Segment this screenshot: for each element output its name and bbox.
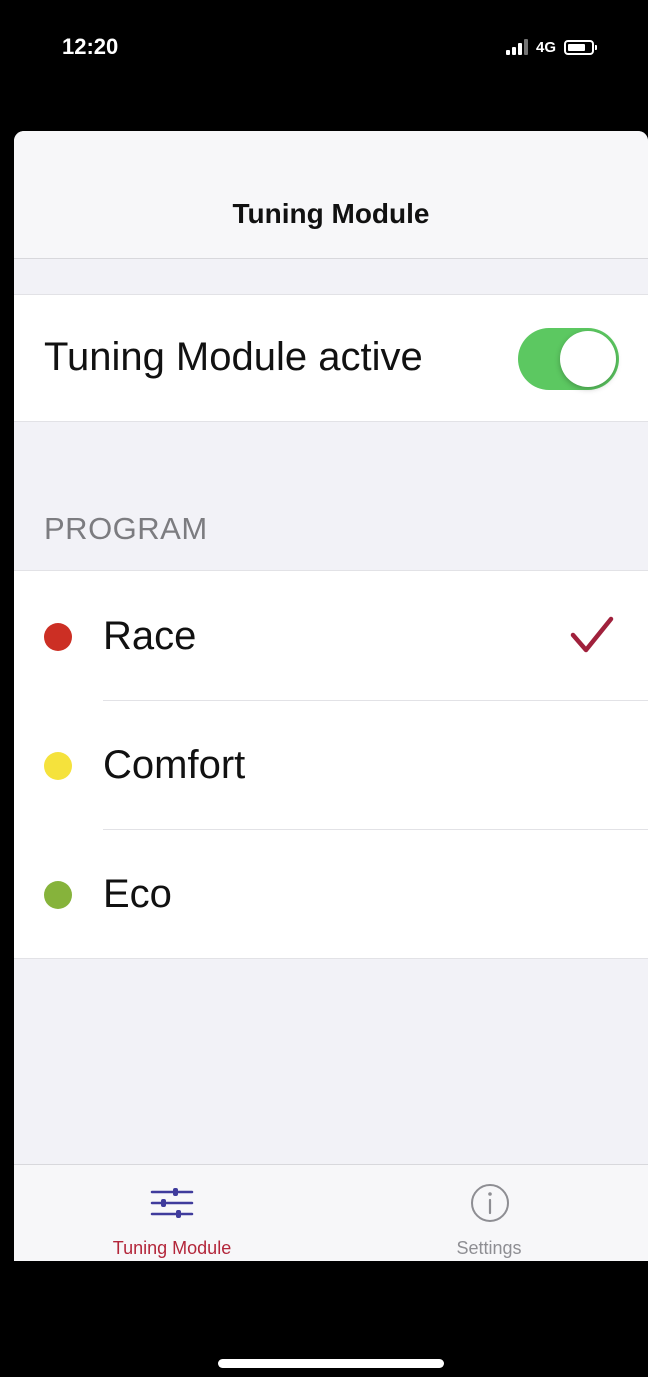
switch-knob [560, 331, 616, 387]
battery-icon [564, 39, 598, 55]
green-dot-icon [44, 881, 72, 909]
tab-label: Tuning Module [112, 1238, 232, 1258]
status-bar: 12:20 4G [0, 0, 648, 100]
info-circle-icon [471, 1184, 509, 1222]
toggle-row: Tuning Module active [14, 294, 648, 422]
battery-level-fill [568, 43, 585, 51]
tab-tuning-module[interactable]: Tuning Module [14, 1165, 331, 1261]
toggle-label: Tuning Module active [44, 335, 423, 379]
signal-icon [506, 39, 528, 55]
program-row-race[interactable]: Race [14, 571, 648, 700]
tuning-active-switch[interactable] [518, 328, 619, 390]
page-title: Tuning Module [232, 198, 430, 229]
red-dot-icon [44, 623, 72, 651]
tab-bar: Tuning Module Settings [14, 1164, 648, 1261]
program-label: Race [103, 614, 197, 658]
program-row-comfort[interactable]: Comfort [14, 700, 648, 829]
program-list: Race Comfort Eco [14, 570, 648, 959]
yellow-dot-icon [44, 752, 72, 780]
program-label: Eco [103, 872, 172, 916]
tab-settings[interactable]: Settings [331, 1165, 648, 1261]
home-indicator[interactable] [218, 1359, 444, 1368]
checkmark-path [570, 616, 614, 653]
section-header: PROGRAM [44, 511, 208, 546]
program-label: Comfort [103, 743, 246, 787]
network-type: 4G [536, 38, 557, 56]
checkmark-icon [570, 616, 614, 653]
navigation-bar: Tuning Module [14, 131, 648, 259]
status-time: 12:20 [62, 34, 119, 59]
modal-sheet: Tuning Module Tuning Module active PROGR… [14, 131, 648, 1261]
sliders-icon [150, 1188, 194, 1218]
phone-screen: 12:20 4G Tuning Module Tuning Module act… [0, 0, 648, 1377]
status-indicators: 4G [506, 36, 598, 58]
tab-label: Settings [456, 1238, 522, 1258]
program-row-eco[interactable]: Eco [14, 829, 648, 958]
